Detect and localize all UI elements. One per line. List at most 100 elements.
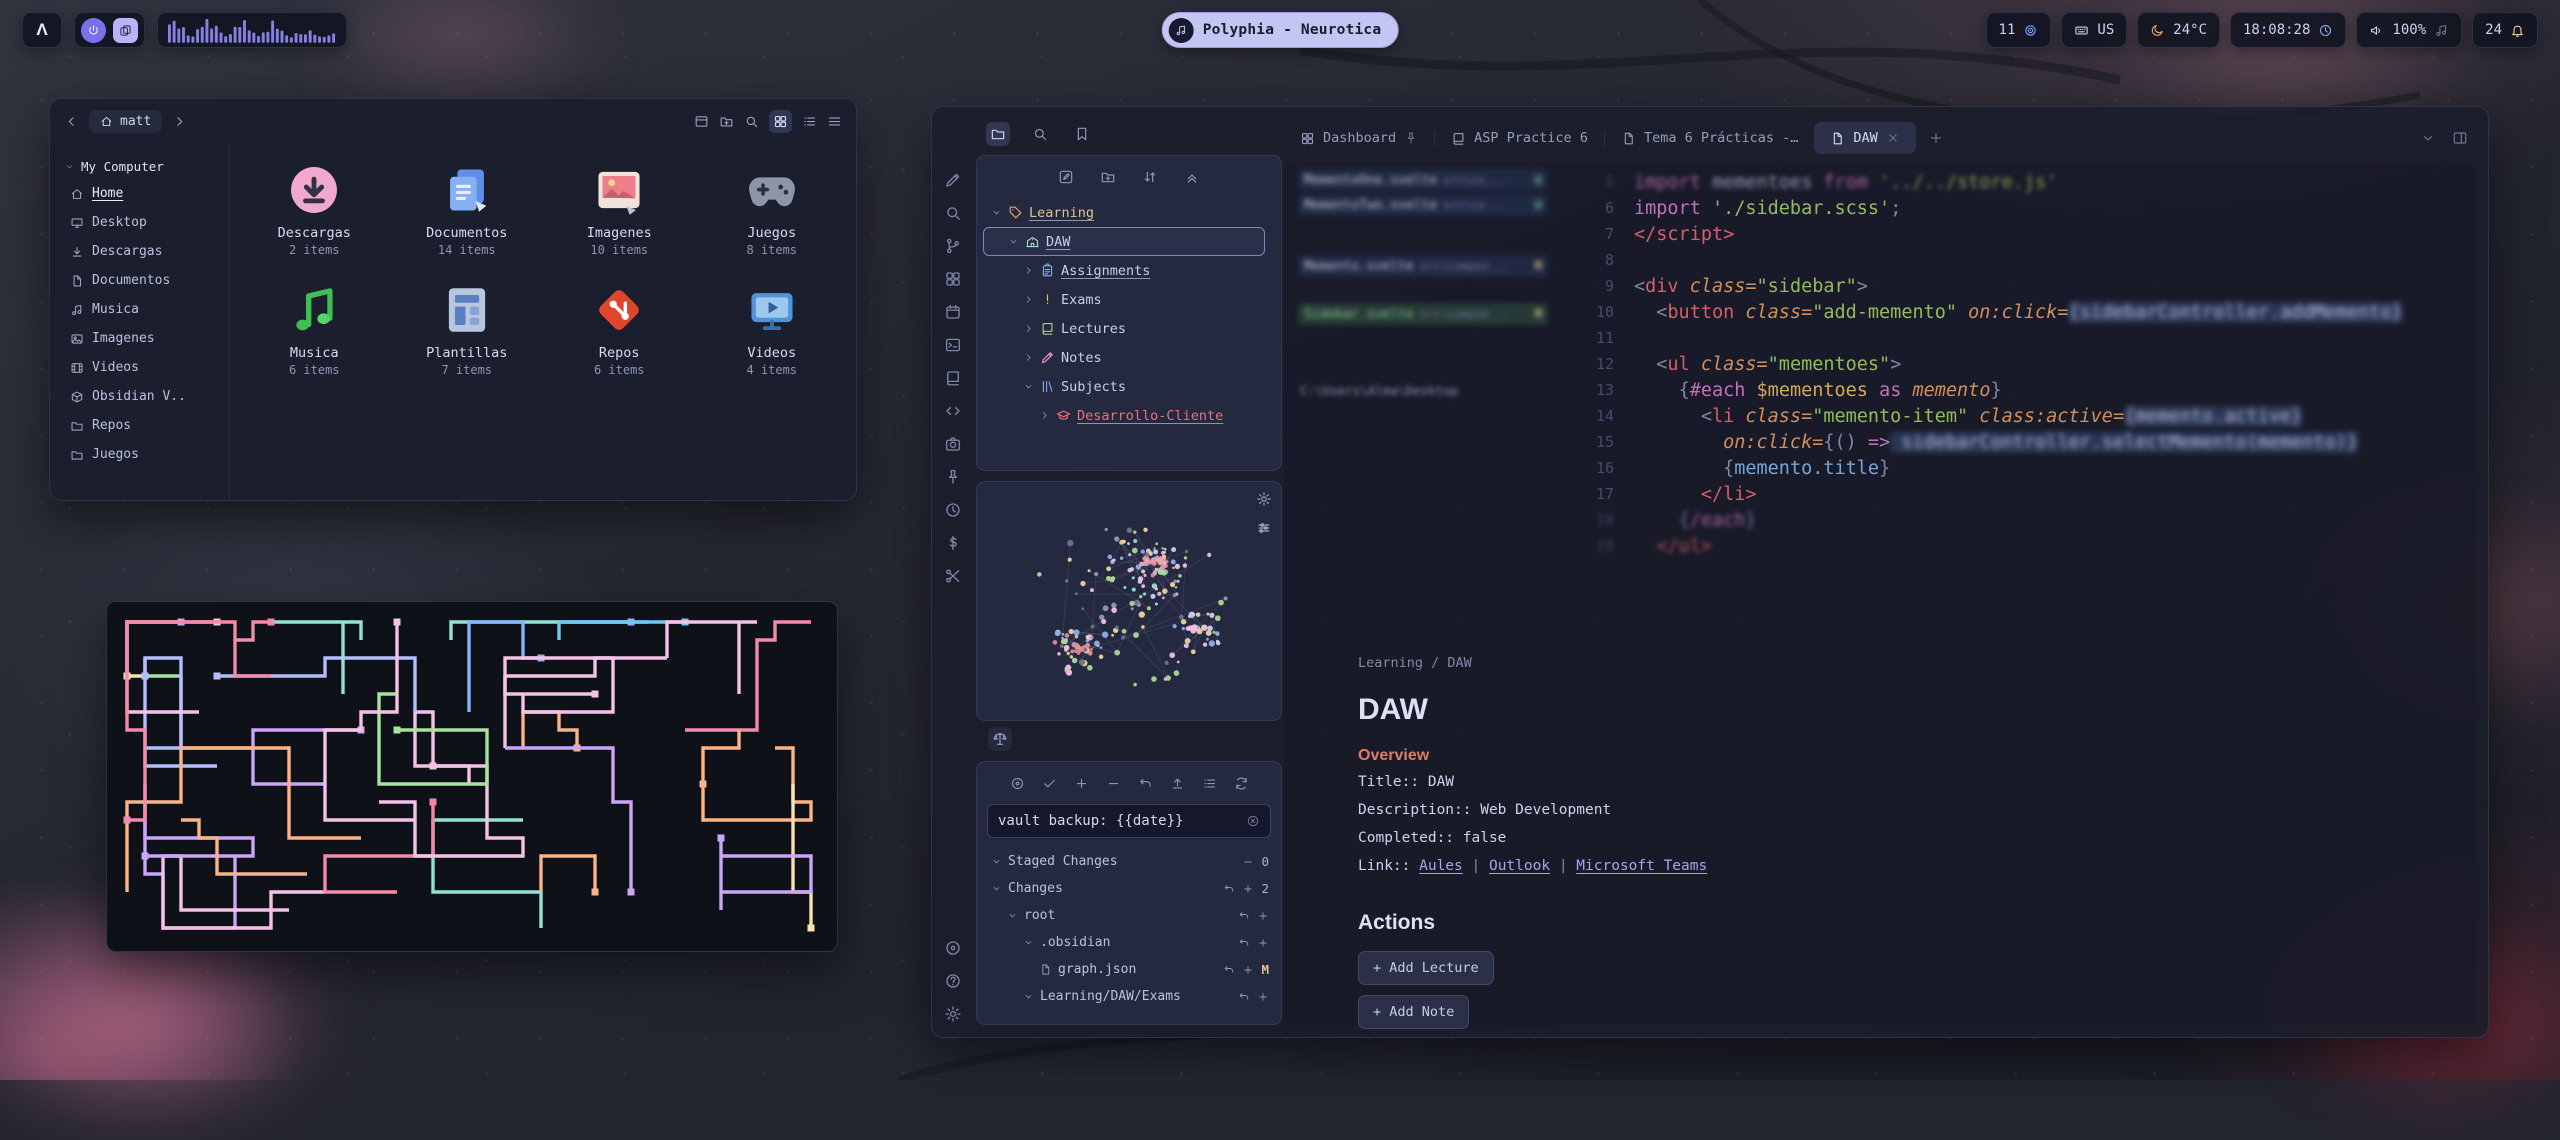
folder-documentos[interactable]: Documentos 14 items xyxy=(391,161,544,257)
calendar-icon[interactable] xyxy=(944,303,962,321)
split-pane-icon[interactable] xyxy=(2452,130,2468,146)
record-icon[interactable] xyxy=(944,939,962,957)
explorer-item-notes[interactable]: Notes xyxy=(983,343,1275,372)
explorer-item-daw[interactable]: DAW xyxy=(983,227,1265,256)
git-row-changes[interactable]: Changes 2 xyxy=(987,875,1271,902)
window-count-module[interactable]: 11 xyxy=(1986,12,2052,48)
help-icon[interactable] xyxy=(944,972,962,990)
git-branch-icon[interactable] xyxy=(944,237,962,255)
git-row-graph-json[interactable]: graph.json M xyxy=(987,956,1271,983)
terminal-icon[interactable] xyxy=(944,336,962,354)
folder-plantillas[interactable]: Plantillas 7 items xyxy=(391,281,544,377)
tab-daw[interactable]: DAW xyxy=(1814,122,1915,154)
history-icon[interactable] xyxy=(944,501,962,519)
stage-all-icon[interactable] xyxy=(1074,776,1089,791)
explorer-item-lectures[interactable]: Lectures xyxy=(983,314,1275,343)
commit-icon[interactable] xyxy=(1010,776,1025,791)
folder-imagenes[interactable]: Imagenes 10 items xyxy=(543,161,696,257)
tab-tema-6-practicas[interactable]: Tema 6 Prácticas -… xyxy=(1605,122,1814,154)
code-line[interactable]: 11 xyxy=(1580,325,2403,351)
editor-area[interactable]: MementoOne.sveltesrc\co...UMementoTwo.sv… xyxy=(1284,163,2476,1025)
settings-gear-icon[interactable] xyxy=(944,1005,962,1023)
link-aules[interactable]: Aules xyxy=(1419,858,1463,874)
unstage-all-icon[interactable] xyxy=(1106,776,1121,791)
sidebar-item-repos[interactable]: Repos xyxy=(64,411,215,440)
graph-filter-icon[interactable] xyxy=(1256,520,1272,536)
code-line[interactable]: 13 {#each $mementoes as memento} xyxy=(1580,377,2403,403)
files-tab[interactable] xyxy=(986,122,1010,146)
explorer-item-subjects[interactable]: Subjects xyxy=(983,372,1275,401)
add-note-button[interactable]: + Add Note xyxy=(1358,995,1469,1029)
explorer-item-learning[interactable]: Learning xyxy=(983,198,1275,227)
tab-asp-practice-6[interactable]: ASP Practice 6 xyxy=(1435,122,1604,154)
git-row-obsidian-dir[interactable]: .obsidian xyxy=(987,929,1271,956)
explorer-item-desarrollo-cliente[interactable]: Desarrollo-Cliente xyxy=(983,401,1275,430)
notifications-module[interactable]: 24 xyxy=(2472,12,2538,48)
grid-view-button[interactable] xyxy=(769,110,792,133)
code-line[interactable]: 6import './sidebar.scss'; xyxy=(1580,195,2403,221)
code-line[interactable]: 7</script> xyxy=(1580,221,2403,247)
git-row-learning-daw-exams[interactable]: Learning/DAW/Exams xyxy=(987,983,1271,1010)
list-view-icon[interactable] xyxy=(802,114,817,129)
book-icon[interactable] xyxy=(944,369,962,387)
commit-message-input[interactable]: vault backup: {{date}} xyxy=(987,804,1271,838)
sidebar-item-musica[interactable]: Musica xyxy=(64,295,215,324)
code-line[interactable]: 18 {/each} xyxy=(1580,507,2403,533)
git-row-staged[interactable]: Staged Changes 0 xyxy=(987,848,1271,875)
graph-view-panel[interactable] xyxy=(976,481,1282,721)
check-icon[interactable] xyxy=(1042,776,1057,791)
back-icon[interactable] xyxy=(64,114,79,129)
sidebar-header[interactable]: My Computer xyxy=(64,153,215,179)
clock-module[interactable]: 18:08:28 xyxy=(2230,12,2346,48)
code-line[interactable]: 9<div class="sidebar"> xyxy=(1580,273,2403,299)
notes-button[interactable] xyxy=(113,18,138,43)
search-icon[interactable] xyxy=(944,204,962,222)
link-microsoft-teams[interactable]: Microsoft Teams xyxy=(1576,858,1707,874)
menu-icon[interactable] xyxy=(827,114,842,129)
sidebar-item-home[interactable]: Home xyxy=(64,179,215,208)
path-breadcrumb[interactable]: matt xyxy=(89,110,162,133)
graph-settings-icon[interactable] xyxy=(1256,491,1272,507)
code-line[interactable]: 16 {memento.title} xyxy=(1580,455,2403,481)
local-graph[interactable] xyxy=(979,484,1279,718)
scissors-icon[interactable] xyxy=(944,567,962,585)
explorer-item-assignments[interactable]: Assignments xyxy=(983,256,1275,285)
code-line[interactable]: 5import mementoes from '../../store.js' xyxy=(1580,169,2403,195)
folder-juegos[interactable]: Juegos 8 items xyxy=(696,161,849,257)
refresh-icon[interactable] xyxy=(1234,776,1249,791)
sort-icon[interactable] xyxy=(1142,169,1158,185)
preview-panel-icon[interactable] xyxy=(694,114,709,129)
random-note-icon[interactable] xyxy=(944,270,962,288)
code-line[interactable]: 19 </ul> xyxy=(1580,533,2403,559)
sidebar-item-imagenes[interactable]: Imagenes xyxy=(64,324,215,353)
forward-icon[interactable] xyxy=(172,114,187,129)
code-line[interactable]: 8 xyxy=(1580,247,2403,273)
code-line[interactable]: 15 on:click={() => sidebarController.sel… xyxy=(1580,429,2403,455)
push-icon[interactable] xyxy=(1170,776,1185,791)
explorer-item-exams[interactable]: Exams xyxy=(983,285,1275,314)
sidebar-item-desktop[interactable]: Desktop xyxy=(64,208,215,237)
folder-videos[interactable]: Videos 4 items xyxy=(696,281,849,377)
collapse-all-icon[interactable] xyxy=(1184,169,1200,185)
sidebar-item-descargas[interactable]: Descargas xyxy=(64,237,215,266)
scale-icon[interactable] xyxy=(988,727,1012,751)
sidebar-item-obsidian-vault[interactable]: Obsidian V.. xyxy=(64,382,215,411)
launcher-button[interactable]: Λ xyxy=(22,12,62,48)
power-button[interactable] xyxy=(81,18,106,43)
add-lecture-button[interactable]: + Add Lecture xyxy=(1358,951,1494,985)
link-outlook[interactable]: Outlook xyxy=(1489,858,1550,874)
code-line[interactable]: 14 <li class="memento-item" class:active… xyxy=(1580,403,2403,429)
new-folder-icon[interactable] xyxy=(719,114,734,129)
code-icon[interactable] xyxy=(944,402,962,420)
bookmarks-tab[interactable] xyxy=(1070,122,1094,146)
new-folder-icon[interactable] xyxy=(1100,169,1116,185)
pin-icon[interactable] xyxy=(944,468,962,486)
sidebar-item-videos[interactable]: Videos xyxy=(64,353,215,382)
code-line[interactable]: 12 <ul class="mementoes"> xyxy=(1580,351,2403,377)
changes-list-icon[interactable] xyxy=(1202,776,1217,791)
tab-list-icon[interactable] xyxy=(2420,130,2436,146)
code-line[interactable]: 10 <button class="add-memento" on:click=… xyxy=(1580,299,2403,325)
sidebar-item-juegos[interactable]: Juegos xyxy=(64,440,215,469)
sidebar-item-documentos[interactable]: Documentos xyxy=(64,266,215,295)
weather-module[interactable]: 24°C xyxy=(2137,12,2220,48)
